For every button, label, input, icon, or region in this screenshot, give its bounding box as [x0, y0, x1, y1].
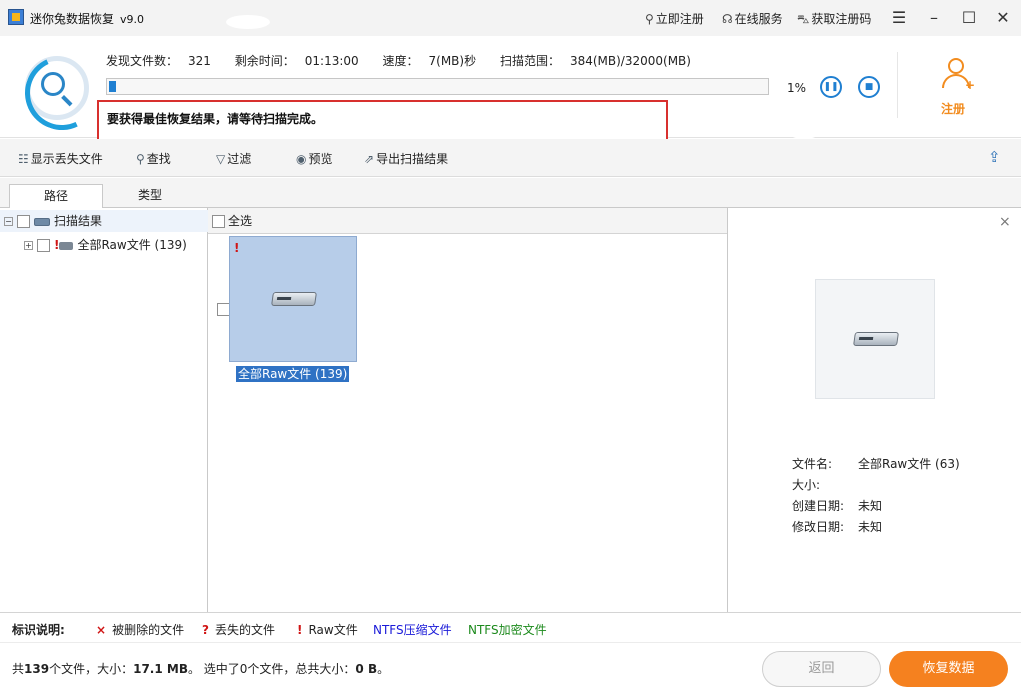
- tree-node-scan-results[interactable]: − 扫描结果: [0, 210, 208, 232]
- stop-icon: ■: [864, 82, 874, 92]
- export-icon: ⇗: [364, 152, 375, 166]
- list-icon: ☷: [18, 152, 29, 166]
- minimize-icon: –: [930, 8, 938, 27]
- decorative-shape: [226, 15, 270, 29]
- recover-data-button[interactable]: 恢复数据: [889, 651, 1008, 687]
- info-created: 创建日期: 未知: [792, 499, 883, 513]
- legend-lost: ? 丢失的文件: [202, 623, 275, 637]
- scan-header: 发现文件数： 321 剩余时间： 01:13:00 速度： 7(MB)秒 扫描范围： 3…: [0, 36, 1021, 146]
- tree-raw-checkbox[interactable]: [37, 239, 50, 252]
- eye-icon: ◉: [296, 152, 307, 166]
- scan-notice-text: 要获得最佳恢复结果，请等待扫描完成。: [107, 112, 324, 126]
- scan-progress-ring-icon: [25, 56, 89, 120]
- found-files: 发现文件数： 321: [106, 54, 211, 68]
- scan-progress-percent: 1%: [787, 81, 807, 95]
- info-size: 大小:: [792, 478, 821, 492]
- find-button[interactable]: ⚲ 查找: [136, 150, 171, 167]
- stop-scan-button[interactable]: ■: [858, 76, 880, 98]
- drive-icon: [34, 217, 50, 226]
- close-button[interactable]: ✕: [990, 6, 1016, 30]
- app-title: 迷你兔数据恢复 v9.0: [30, 10, 144, 27]
- view-tabs: 路径 类型: [0, 178, 1021, 209]
- status-summary: 共139个文件，大小：17.1 MB。 选中了0个文件，总共大小：0 B。: [12, 662, 390, 676]
- maximize-button[interactable]: ☐: [956, 6, 982, 30]
- remaining-time: 剩余时间： 01:13:00: [234, 54, 359, 68]
- tree-root-label: 扫描结果: [54, 214, 103, 228]
- select-all-label[interactable]: 全选: [228, 214, 252, 228]
- preview-panel: × 文件名: 全部Raw文件 (63) 大小: 创建日期: 未知 修改日期: 未知: [729, 208, 1021, 612]
- legend-bar: 标识说明: × 被删除的文件 ? 丢失的文件 ! Raw文件 NTFS压缩文件 NTF…: [0, 612, 1021, 642]
- tree-root-checkbox[interactable]: [17, 215, 30, 228]
- lost-mark-icon: ?: [202, 623, 209, 637]
- filter-button[interactable]: ▽ 过滤: [216, 150, 251, 167]
- show-lost-files-button[interactable]: ☷ 显示丢失文件: [18, 150, 103, 167]
- info-modified: 修改日期: 未知: [792, 520, 883, 534]
- pause-icon: ❚❚: [823, 82, 839, 92]
- scan-speed: 速度： 7(MB)秒: [382, 54, 477, 68]
- maximize-icon: ☐: [961, 8, 977, 27]
- expand-icon[interactable]: +: [24, 241, 33, 250]
- file-grid-panel: 全选 ! 全部Raw文件 (139): [208, 208, 728, 612]
- toolbar: ☷ 显示丢失文件 ⚲ 查找 ▽ 过滤 ◉ 预览 ⇗ 导出扫描结果 ⇪: [0, 139, 1021, 177]
- scan-notice-box: 要获得最佳恢复结果，请等待扫描完成。: [97, 100, 668, 142]
- grid-item-label[interactable]: 全部Raw文件 (139): [236, 366, 350, 382]
- tree-node-raw-files[interactable]: +! 全部Raw文件 (139): [24, 234, 191, 256]
- raw-mark-icon: !: [297, 623, 303, 637]
- select-all-bar: 全选: [208, 208, 727, 234]
- raw-mark-icon: !: [234, 241, 240, 255]
- scan-stats: 发现文件数： 321 剩余时间： 01:13:00 速度： 7(MB)秒 扫描范围： 3…: [106, 52, 711, 69]
- menu-icon: ☰: [891, 8, 907, 27]
- grid-item-raw-files[interactable]: !: [229, 236, 357, 362]
- scan-progress-bar: [106, 78, 769, 95]
- close-preview-icon[interactable]: ×: [999, 214, 1011, 230]
- online-service-link[interactable]: ☊ 在线服务: [722, 10, 783, 27]
- tab-path[interactable]: 路径: [9, 184, 103, 209]
- hard-drive-icon: [271, 292, 317, 306]
- get-code-link[interactable]: ⛍ 获取注册码: [797, 10, 871, 28]
- scan-range: 扫描范围： 384(MB)/32000(MB): [499, 54, 691, 68]
- scan-progress-fill: [109, 81, 116, 92]
- cart-icon: ⛍: [797, 12, 810, 26]
- pause-scan-button[interactable]: ❚❚: [820, 76, 842, 98]
- preview-thumbnail: [815, 279, 935, 399]
- menu-button[interactable]: ☰: [886, 6, 912, 30]
- legend-ntfs-encrypted: NTFS加密文件: [468, 623, 547, 637]
- hard-drive-icon: [59, 241, 74, 250]
- tab-type[interactable]: 类型: [103, 184, 197, 209]
- magnifier-icon: [41, 72, 65, 96]
- legend-title: 标识说明:: [12, 623, 65, 637]
- register-user-icon[interactable]: +: [940, 58, 975, 92]
- header-divider: [897, 52, 898, 118]
- status-bar: 共139个文件，大小：17.1 MB。 选中了0个文件，总共大小：0 B。 返回…: [0, 642, 1021, 694]
- title-bar: 迷你兔数据恢复 v9.0 ⚲ 立即注册 ☊ 在线服务 ⛍ 获取注册码 ☰ – ☐ ✕: [0, 0, 1021, 36]
- headset-icon: ☊: [722, 12, 733, 26]
- minimize-button[interactable]: –: [921, 6, 947, 30]
- legend-raw: ! Raw文件: [297, 623, 358, 637]
- info-file-name: 文件名: 全部Raw文件 (63): [792, 457, 960, 471]
- deleted-mark-icon: ×: [96, 623, 107, 637]
- export-scan-results-button[interactable]: ⇗ 导出扫描结果: [364, 150, 448, 167]
- preview-button[interactable]: ◉ 预览: [296, 150, 333, 167]
- tree-raw-label: 全部Raw文件 (139): [77, 238, 187, 252]
- search-icon: ⚲: [136, 152, 145, 166]
- hard-drive-icon: [853, 332, 899, 346]
- register-button[interactable]: 注册: [941, 100, 965, 117]
- key-icon: ⚲: [645, 12, 654, 26]
- register-now-link[interactable]: ⚲ 立即注册: [645, 10, 704, 27]
- select-all-checkbox[interactable]: [212, 215, 225, 228]
- legend-ntfs-compressed: NTFS压缩文件: [373, 623, 452, 637]
- app-version: v9.0: [120, 13, 145, 26]
- share-export-icon[interactable]: ⇪: [988, 148, 1001, 166]
- collapse-icon[interactable]: −: [4, 217, 13, 226]
- funnel-icon: ▽: [216, 152, 226, 166]
- legend-deleted: × 被删除的文件: [96, 623, 185, 637]
- app-logo-icon: [8, 9, 24, 25]
- close-icon: ✕: [996, 8, 1010, 27]
- folder-tree-panel: − 扫描结果 +! 全部Raw文件 (139): [0, 208, 208, 612]
- app-name: 迷你兔数据恢复: [30, 12, 115, 26]
- back-button[interactable]: 返回: [762, 651, 881, 687]
